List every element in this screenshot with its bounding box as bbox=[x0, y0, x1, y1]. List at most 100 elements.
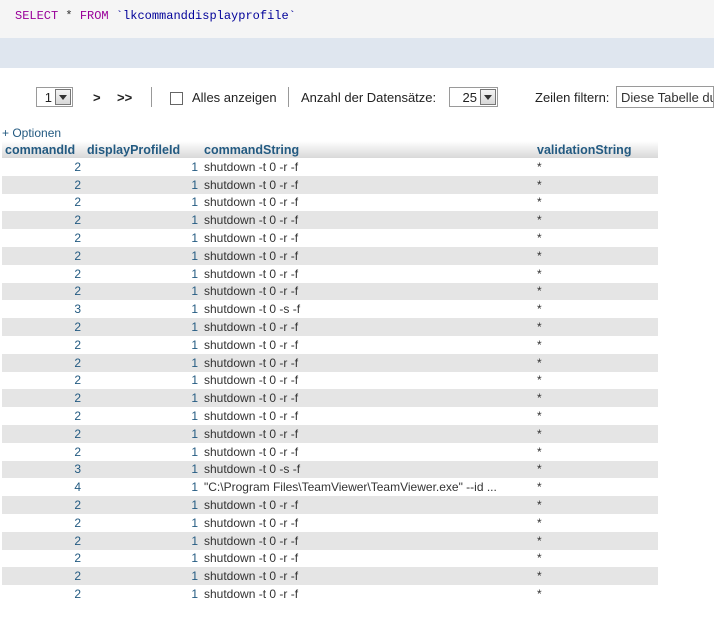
table-row[interactable]: 2 1 shutdown -t 0 -r -f * bbox=[2, 229, 658, 247]
table-row[interactable]: 2 1 shutdown -t 0 -r -f * bbox=[2, 531, 658, 550]
cell-validationstring[interactable]: * bbox=[534, 229, 658, 247]
cell-commandstring[interactable]: shutdown -t 0 -r -f bbox=[201, 371, 534, 390]
cell-commandstring[interactable]: shutdown -t 0 -r -f bbox=[201, 246, 534, 265]
cell-validationstring[interactable]: * bbox=[534, 478, 658, 497]
cell-displayprofileid[interactable]: 1 bbox=[84, 193, 201, 212]
cell-commandstring[interactable]: shutdown -t 0 -r -f bbox=[201, 442, 534, 461]
cell-displayprofileid[interactable]: 1 bbox=[84, 318, 201, 336]
cell-displayprofileid[interactable]: 1 bbox=[84, 175, 201, 194]
table-row[interactable]: 2 1 shutdown -t 0 -r -f * bbox=[2, 389, 658, 408]
cell-commandstring[interactable]: shutdown -t 0 -r -f bbox=[201, 549, 534, 568]
cell-validationstring[interactable]: * bbox=[534, 193, 658, 212]
table-row[interactable]: 2 1 shutdown -t 0 -r -f * bbox=[2, 513, 658, 532]
cell-commandid[interactable]: 2 bbox=[2, 424, 84, 443]
cell-validationstring[interactable]: * bbox=[534, 585, 658, 603]
filter-input[interactable]: Diese Tabelle du bbox=[616, 86, 714, 108]
cell-commandid[interactable]: 2 bbox=[2, 175, 84, 194]
cell-validationstring[interactable]: * bbox=[534, 318, 658, 336]
cell-commandid[interactable]: 2 bbox=[2, 353, 84, 372]
cell-displayprofileid[interactable]: 1 bbox=[84, 496, 201, 514]
cell-commandid[interactable]: 2 bbox=[2, 335, 84, 354]
table-row[interactable]: 2 1 shutdown -t 0 -r -f * bbox=[2, 424, 658, 443]
cell-validationstring[interactable]: * bbox=[534, 264, 658, 283]
cell-displayprofileid[interactable]: 1 bbox=[84, 229, 201, 247]
table-row[interactable]: 2 1 shutdown -t 0 -r -f * bbox=[2, 246, 658, 265]
cell-displayprofileid[interactable]: 1 bbox=[84, 353, 201, 372]
cell-displayprofileid[interactable]: 1 bbox=[84, 211, 201, 230]
cell-commandstring[interactable]: shutdown -t 0 -r -f bbox=[201, 264, 534, 283]
cell-commandstring[interactable]: shutdown -t 0 -r -f bbox=[201, 531, 534, 550]
cell-validationstring[interactable]: * bbox=[534, 371, 658, 390]
cell-validationstring[interactable]: * bbox=[534, 246, 658, 265]
cell-validationstring[interactable]: * bbox=[534, 460, 658, 479]
cell-commandstring[interactable]: shutdown -t 0 -r -f bbox=[201, 158, 534, 176]
cell-displayprofileid[interactable]: 1 bbox=[84, 549, 201, 568]
cell-validationstring[interactable]: * bbox=[534, 531, 658, 550]
cell-displayprofileid[interactable]: 1 bbox=[84, 567, 201, 586]
cell-displayprofileid[interactable]: 1 bbox=[84, 513, 201, 532]
cell-commandid[interactable]: 2 bbox=[2, 193, 84, 212]
cell-commandstring[interactable]: "C:\Program Files\TeamViewer\TeamViewer.… bbox=[201, 478, 534, 497]
table-row[interactable]: 4 1 "C:\Program Files\TeamViewer\TeamViewe… bbox=[2, 478, 658, 497]
cell-commandstring[interactable]: shutdown -t 0 -r -f bbox=[201, 318, 534, 336]
cell-displayprofileid[interactable]: 1 bbox=[84, 442, 201, 461]
column-header-commandstring[interactable]: commandString bbox=[201, 141, 534, 158]
column-header-displayprofileid[interactable]: displayProfileId bbox=[84, 141, 201, 158]
cell-commandstring[interactable]: shutdown -t 0 -r -f bbox=[201, 229, 534, 247]
cell-displayprofileid[interactable]: 1 bbox=[84, 282, 201, 301]
table-row[interactable]: 3 1 shutdown -t 0 -s -f * bbox=[2, 460, 658, 479]
table-row[interactable]: 3 1 shutdown -t 0 -s -f * bbox=[2, 300, 658, 319]
cell-displayprofileid[interactable]: 1 bbox=[84, 300, 201, 319]
cell-commandid[interactable]: 2 bbox=[2, 496, 84, 514]
cell-displayprofileid[interactable]: 1 bbox=[84, 407, 201, 425]
cell-displayprofileid[interactable]: 1 bbox=[84, 371, 201, 390]
cell-commandid[interactable]: 2 bbox=[2, 442, 84, 461]
cell-displayprofileid[interactable]: 1 bbox=[84, 478, 201, 497]
table-row[interactable]: 2 1 shutdown -t 0 -r -f * bbox=[2, 335, 658, 354]
table-row[interactable]: 2 1 shutdown -t 0 -r -f * bbox=[2, 193, 658, 212]
table-row[interactable]: 2 1 shutdown -t 0 -r -f * bbox=[2, 371, 658, 390]
cell-commandid[interactable]: 2 bbox=[2, 549, 84, 568]
cell-validationstring[interactable]: * bbox=[534, 335, 658, 354]
chevron-down-icon[interactable] bbox=[480, 89, 496, 105]
last-page-button[interactable]: >> bbox=[117, 90, 132, 105]
cell-commandstring[interactable]: shutdown -t 0 -r -f bbox=[201, 211, 534, 230]
cell-validationstring[interactable]: * bbox=[534, 175, 658, 194]
table-row[interactable]: 2 1 shutdown -t 0 -r -f * bbox=[2, 282, 658, 301]
cell-displayprofileid[interactable]: 1 bbox=[84, 246, 201, 265]
cell-commandstring[interactable]: shutdown -t 0 -r -f bbox=[201, 567, 534, 586]
table-row[interactable]: 2 1 shutdown -t 0 -r -f * bbox=[2, 585, 658, 603]
page-select[interactable]: 1 bbox=[36, 87, 73, 107]
cell-commandid[interactable]: 2 bbox=[2, 282, 84, 301]
cell-commandstring[interactable]: shutdown -t 0 -r -f bbox=[201, 496, 534, 514]
cell-commandid[interactable]: 2 bbox=[2, 371, 84, 390]
cell-commandstring[interactable]: shutdown -t 0 -r -f bbox=[201, 585, 534, 603]
cell-commandid[interactable]: 2 bbox=[2, 318, 84, 336]
cell-validationstring[interactable]: * bbox=[534, 211, 658, 230]
cell-displayprofileid[interactable]: 1 bbox=[84, 585, 201, 603]
next-page-button[interactable]: > bbox=[93, 90, 101, 105]
rowcount-select[interactable]: 25 bbox=[449, 87, 498, 107]
cell-commandid[interactable]: 3 bbox=[2, 460, 84, 479]
table-row[interactable]: 2 1 shutdown -t 0 -r -f * bbox=[2, 549, 658, 568]
cell-validationstring[interactable]: * bbox=[534, 513, 658, 532]
cell-commandstring[interactable]: shutdown -t 0 -r -f bbox=[201, 389, 534, 408]
table-row[interactable]: 2 1 shutdown -t 0 -r -f * bbox=[2, 158, 658, 176]
table-row[interactable]: 2 1 shutdown -t 0 -r -f * bbox=[2, 567, 658, 586]
cell-commandid[interactable]: 2 bbox=[2, 567, 84, 586]
table-row[interactable]: 2 1 shutdown -t 0 -r -f * bbox=[2, 211, 658, 230]
cell-commandid[interactable]: 3 bbox=[2, 300, 84, 319]
cell-displayprofileid[interactable]: 1 bbox=[84, 424, 201, 443]
cell-commandstring[interactable]: shutdown -t 0 -s -f bbox=[201, 460, 534, 479]
cell-commandid[interactable]: 2 bbox=[2, 389, 84, 408]
cell-validationstring[interactable]: * bbox=[534, 158, 658, 176]
cell-validationstring[interactable]: * bbox=[534, 549, 658, 568]
cell-validationstring[interactable]: * bbox=[534, 567, 658, 586]
cell-commandstring[interactable]: shutdown -t 0 -r -f bbox=[201, 353, 534, 372]
table-row[interactable]: 2 1 shutdown -t 0 -r -f * bbox=[2, 442, 658, 461]
cell-commandstring[interactable]: shutdown -t 0 -r -f bbox=[201, 407, 534, 425]
cell-commandstring[interactable]: shutdown -t 0 -r -f bbox=[201, 335, 534, 354]
cell-commandstring[interactable]: shutdown -t 0 -r -f bbox=[201, 424, 534, 443]
chevron-down-icon[interactable] bbox=[55, 89, 71, 105]
show-all-label[interactable]: Alles anzeigen bbox=[192, 90, 277, 105]
